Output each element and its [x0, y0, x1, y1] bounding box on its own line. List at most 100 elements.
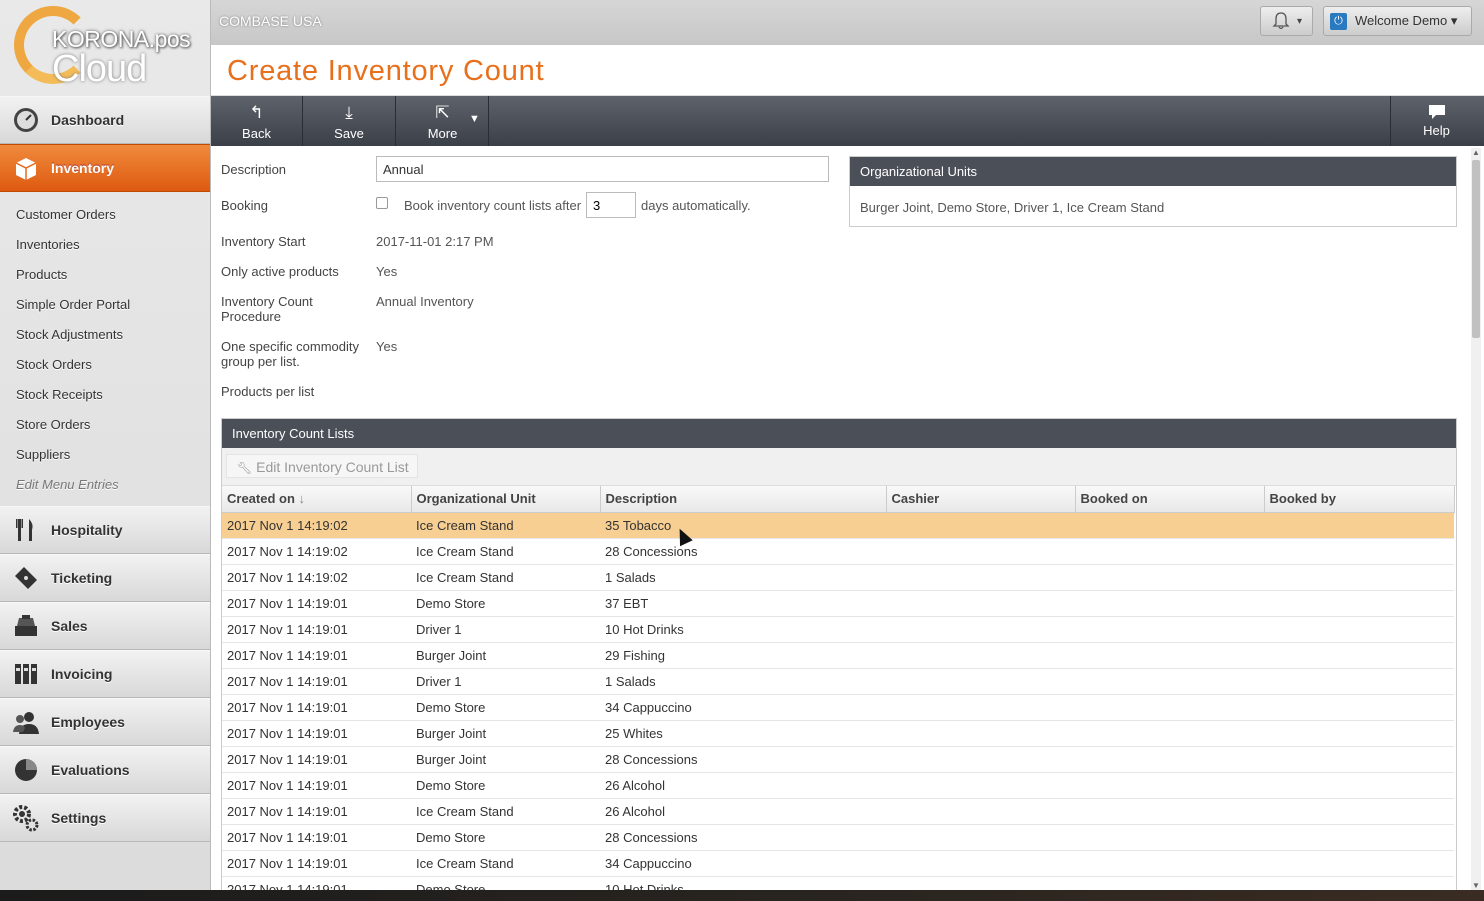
table-cell	[1264, 564, 1454, 591]
title-bar: Create Inventory Count	[211, 45, 1484, 96]
subnav-stock-orders[interactable]: Stock Orders	[0, 350, 210, 380]
subnav-stock-receipts[interactable]: Stock Receipts	[0, 380, 210, 410]
table-cell: 10 Hot Drinks	[600, 616, 886, 643]
org-units-title: Organizational Units	[850, 157, 1456, 186]
table-cell	[1075, 746, 1264, 773]
scroll-up-icon[interactable]: ▲	[1471, 148, 1481, 157]
table-row[interactable]: 2017 Nov 1 14:19:01 Demo Store 37 EBT	[222, 590, 1454, 617]
nav-hospitality[interactable]: Hospitality	[0, 506, 210, 554]
table-cell: 25 Whites	[600, 720, 886, 747]
table-cell: Burger Joint	[411, 746, 600, 773]
table-cell	[1075, 512, 1264, 539]
save-label: Save	[334, 126, 364, 141]
subnav-products[interactable]: Products	[0, 260, 210, 290]
table-row[interactable]: 2017 Nov 1 14:19:01 Demo Store 28 Concessi…	[222, 824, 1454, 851]
table-row[interactable]: 2017 Nov 1 14:19:01 Demo Store 10 Hot Drin…	[222, 876, 1454, 891]
table-cell	[886, 616, 1075, 643]
korona-logo[interactable]: KORONA.pos Cloud	[0, 0, 210, 96]
table-row[interactable]: 2017 Nov 1 14:19:01 Ice Cream Stand 26 Alc…	[222, 798, 1454, 825]
nav-evaluations[interactable]: Evaluations	[0, 746, 210, 794]
table-cell	[886, 642, 1075, 669]
scroll-down-icon[interactable]: ▼	[1471, 881, 1481, 890]
inventory-count-lists-panel: Inventory Count Lists 🔧︎ Edit Inventory …	[221, 418, 1457, 891]
column-booked-on[interactable]: Booked on	[1075, 486, 1265, 513]
edit-inventory-count-list-button[interactable]: 🔧︎ Edit Inventory Count List	[226, 454, 418, 478]
help-button[interactable]: Help	[1390, 96, 1482, 146]
subnav-store-orders[interactable]: Store Orders	[0, 410, 210, 440]
inventory-start-label: Inventory Start	[221, 234, 306, 249]
table-cell: 1 Salads	[600, 668, 886, 695]
nav-sales[interactable]: Sales	[0, 602, 210, 650]
table-row[interactable]: 2017 Nov 1 14:19:02 Ice Cream Stand 35 Tob…	[222, 512, 1454, 539]
save-button[interactable]: ⤓ Save	[303, 96, 396, 146]
vertical-scrollbar[interactable]: ▲ ▼	[1471, 148, 1481, 890]
table-row[interactable]: 2017 Nov 1 14:19:01 Burger Joint 28 Conces…	[222, 746, 1454, 773]
action-toolbar: ↰ Back ⤓ Save ⇱ More ▼ Help	[211, 96, 1484, 146]
nav-ticketing-label: Ticketing	[51, 570, 113, 586]
booking-days-input[interactable]	[586, 192, 636, 218]
table-cell	[1075, 850, 1264, 877]
fork-knife-icon	[11, 515, 41, 545]
sort-arrow-down-icon: ↓	[298, 491, 306, 507]
table-row[interactable]: 2017 Nov 1 14:19:01 Driver 11 Salads	[222, 668, 1454, 695]
column-created-on[interactable]: Created on ↓	[222, 486, 412, 513]
table-row[interactable]: 2017 Nov 1 14:19:01 Burger Joint 25 Whites	[222, 720, 1454, 747]
table-cell	[886, 772, 1075, 799]
bell-icon	[1272, 12, 1290, 30]
table-row[interactable]: 2017 Nov 1 14:19:01 Demo Store 26 Alcohol	[222, 772, 1454, 799]
table-cell: Ice Cream Stand	[411, 538, 600, 565]
nav-dashboard[interactable]: Dashboard	[0, 96, 210, 144]
subnav-suppliers[interactable]: Suppliers	[0, 440, 210, 470]
notifications-button[interactable]: ▾	[1260, 6, 1313, 36]
booking-checkbox[interactable]	[376, 197, 388, 209]
nav-ticketing[interactable]: Ticketing	[0, 554, 210, 602]
scrollbar-thumb[interactable]	[1472, 160, 1480, 338]
table-cell: Demo Store	[411, 876, 600, 891]
one-group-label: One specific commodity group per list.	[221, 339, 359, 369]
description-input[interactable]	[376, 156, 829, 182]
subnav-simple-order-portal[interactable]: Simple Order Portal	[0, 290, 210, 320]
procedure-label: Inventory Count Procedure	[221, 294, 313, 324]
table-cell: 2017 Nov 1 14:19:01	[222, 694, 411, 721]
edit-inventory-count-list-label: Edit Inventory Count List	[256, 459, 409, 475]
subnav-inventories[interactable]: Inventories	[0, 230, 210, 260]
nav-employees[interactable]: Employees	[0, 698, 210, 746]
table-header-row: Created on ↓ Organizational Unit Descrip…	[222, 486, 1455, 513]
table-cell: 2017 Nov 1 14:19:01	[222, 746, 411, 773]
dashboard-icon	[11, 105, 41, 135]
table-cell	[1075, 720, 1264, 747]
count-lists-table: Created on ↓ Organizational Unit Descrip…	[222, 486, 1455, 891]
nav-settings[interactable]: Settings	[0, 794, 210, 842]
table-cell	[886, 538, 1075, 565]
table-cell	[1264, 798, 1454, 825]
more-dropdown-toggle[interactable]: ▼	[461, 96, 489, 146]
table-row[interactable]: 2017 Nov 1 14:19:02 Ice Cream Stand 1 Sala…	[222, 564, 1454, 591]
table-row[interactable]: 2017 Nov 1 14:19:01 Ice Cream Stand 34 Cap…	[222, 850, 1454, 877]
download-icon: ⤓	[345, 103, 353, 122]
one-group-value: Yes	[376, 339, 398, 354]
subnav-customer-orders[interactable]: Customer Orders	[0, 200, 210, 230]
booking-text-after: days automatically.	[641, 198, 751, 213]
binders-icon	[11, 659, 41, 689]
column-booked-by[interactable]: Booked by	[1264, 486, 1455, 513]
column-cashier[interactable]: Cashier	[886, 486, 1076, 513]
table-cell	[1264, 876, 1454, 891]
subnav-stock-adjustments[interactable]: Stock Adjustments	[0, 320, 210, 350]
main-content: Create Inventory Count ↰ Back ⤓ Save ⇱ M…	[211, 45, 1484, 891]
column-organizational-unit[interactable]: Organizational Unit	[411, 486, 601, 513]
table-cell	[886, 590, 1075, 617]
column-description[interactable]: Description	[600, 486, 887, 513]
company-name: COMBASE USA	[219, 13, 322, 29]
table-cell: 2017 Nov 1 14:19:01	[222, 824, 411, 851]
desktop-background-strip	[0, 890, 1484, 901]
user-menu-button[interactable]: ⏻ Welcome Demo ▾	[1323, 6, 1472, 36]
table-row[interactable]: 2017 Nov 1 14:19:02 Ice Cream Stand 28 Con…	[222, 538, 1454, 565]
subnav-edit-menu-entries[interactable]: Edit Menu Entries	[0, 470, 210, 500]
table-row[interactable]: 2017 Nov 1 14:19:01 Burger Joint 29 Fishin…	[222, 642, 1454, 669]
table-cell: 28 Concessions	[600, 746, 886, 773]
table-row[interactable]: 2017 Nov 1 14:19:01 Driver 1 10 Hot Drinks	[222, 616, 1454, 643]
nav-invoicing[interactable]: Invoicing	[0, 650, 210, 698]
table-row[interactable]: 2017 Nov 1 14:19:01 Demo Store 34 Cappucci…	[222, 694, 1454, 721]
back-button[interactable]: ↰ Back	[211, 96, 303, 146]
nav-inventory[interactable]: Inventory	[0, 144, 210, 192]
